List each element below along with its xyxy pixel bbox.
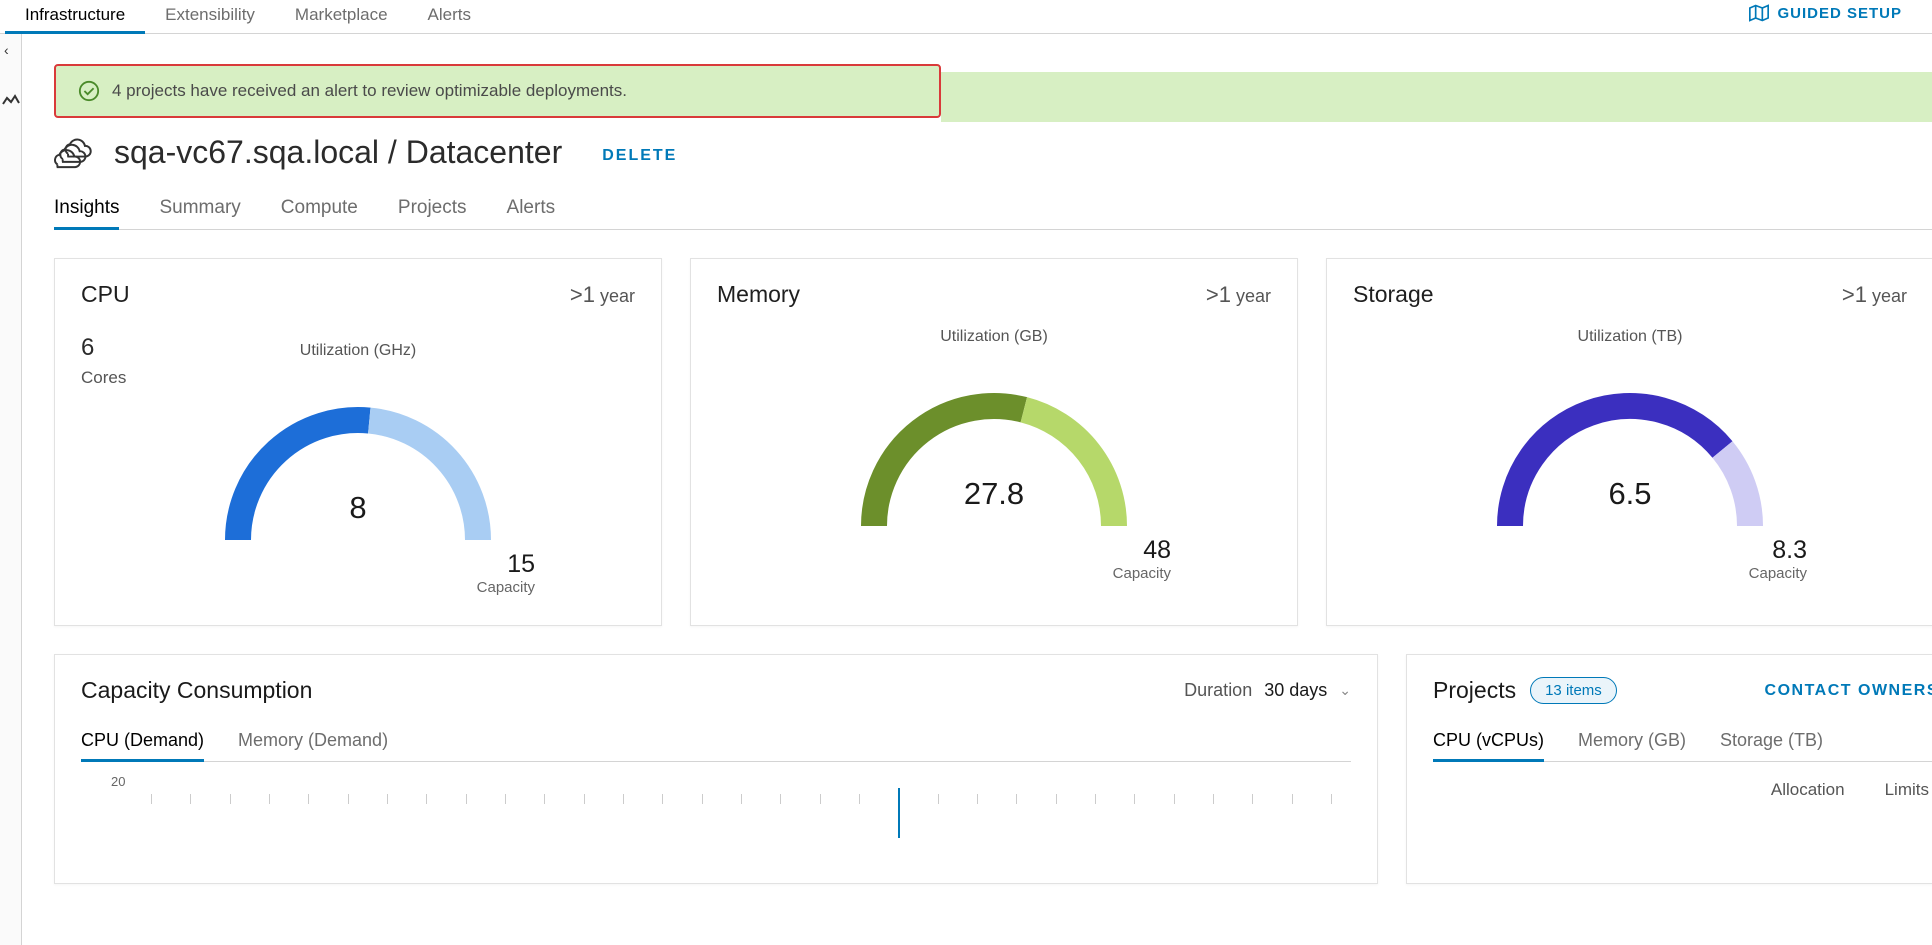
sparkline-icon[interactable] (2, 94, 20, 108)
tab-storage-tb[interactable]: Storage (TB) (1720, 730, 1823, 761)
memory-value: 27.8 (717, 476, 1271, 512)
storage-value: 6.5 (1353, 476, 1907, 512)
page-title-text: sqa-vc67.sqa.local / Datacenter (114, 134, 562, 171)
cpu-value: 8 (81, 490, 635, 526)
chevron-down-icon: ⌄ (1339, 682, 1351, 699)
storage-capacity: 8.3 Capacity (1749, 536, 1807, 582)
topnav-extensibility[interactable]: Extensibility (145, 5, 275, 33)
subnav-projects[interactable]: Projects (398, 197, 467, 229)
storage-horizon: >1 year (1842, 282, 1907, 308)
storage-util-label: Utilization (TB) (1353, 328, 1907, 346)
cpu-util-label: Utilization (GHz) (81, 342, 635, 360)
memory-horizon: >1 year (1206, 282, 1271, 308)
sub-nav: Insights Summary Compute Projects Alerts (54, 197, 1932, 230)
memory-card: Memory >1 year Utilization (GB) 27.8 48 … (690, 258, 1298, 626)
guided-setup-button[interactable]: GUIDED SETUP (1749, 4, 1902, 22)
duration-selector[interactable]: Duration 30 days ⌄ (1184, 680, 1351, 701)
check-circle-icon (78, 80, 100, 102)
storage-card: Storage >1 year Utilization (TB) 6.5 8.3… (1326, 258, 1932, 626)
memory-title: Memory (717, 281, 800, 308)
topnav-alerts[interactable]: Alerts (408, 5, 491, 33)
projects-card: Projects 13 items CONTACT OWNERS CPU (vC… (1406, 654, 1932, 884)
contact-owners-button[interactable]: CONTACT OWNERS (1765, 682, 1932, 700)
tab-cpu-demand[interactable]: CPU (Demand) (81, 730, 204, 761)
topnav-infrastructure[interactable]: Infrastructure (5, 5, 145, 33)
map-icon (1749, 4, 1769, 22)
tab-memory-demand[interactable]: Memory (Demand) (238, 730, 388, 761)
alert-banner-continuation (941, 72, 1932, 122)
storage-gauge (1470, 366, 1790, 546)
cpu-title: CPU (81, 281, 130, 308)
page-title: sqa-vc67.sqa.local / Datacenter (54, 134, 562, 171)
consumption-tabs: CPU (Demand) Memory (Demand) (81, 730, 1351, 762)
consumption-title: Capacity Consumption (81, 677, 312, 704)
projects-count-badge: 13 items (1530, 677, 1617, 704)
memory-util-label: Utilization (GB) (717, 328, 1271, 346)
projects-tabs: CPU (vCPUs) Memory (GB) Storage (TB) (1433, 730, 1932, 762)
gauge-cards-row: CPU >1 year 6Cores Utilization (GHz) 8 1… (54, 258, 1932, 626)
page-body: 4 projects have received an alert to rev… (22, 34, 1932, 884)
cpu-gauge (198, 380, 518, 560)
consumption-card: Capacity Consumption Duration 30 days ⌄ … (54, 654, 1378, 884)
memory-gauge (834, 366, 1154, 546)
cpu-capacity: 15 Capacity (477, 550, 535, 596)
consumption-chart: 20 (81, 774, 1351, 844)
subnav-compute[interactable]: Compute (281, 197, 358, 229)
guided-setup-label: GUIDED SETUP (1777, 5, 1902, 22)
tab-memory-gb[interactable]: Memory (GB) (1578, 730, 1686, 761)
bottom-row: Capacity Consumption Duration 30 days ⌄ … (54, 654, 1932, 884)
cpu-horizon: >1 year (570, 282, 635, 308)
page-title-row: sqa-vc67.sqa.local / Datacenter DELETE (54, 134, 1932, 171)
col-limits: Limits (1885, 780, 1929, 800)
delete-button[interactable]: DELETE (602, 147, 677, 165)
alert-banner[interactable]: 4 projects have received an alert to rev… (54, 64, 941, 118)
y-tick-label: 20 (111, 774, 125, 789)
subnav-insights[interactable]: Insights (54, 197, 119, 229)
duration-value: 30 days (1264, 680, 1327, 701)
topnav-marketplace[interactable]: Marketplace (275, 5, 408, 33)
memory-capacity: 48 Capacity (1113, 536, 1171, 582)
cpu-card: CPU >1 year 6Cores Utilization (GHz) 8 1… (54, 258, 662, 626)
col-allocation: Allocation (1771, 780, 1845, 800)
collapse-icon[interactable]: ‹ (4, 42, 9, 58)
projects-title: Projects (1433, 677, 1516, 704)
top-nav: Infrastructure Extensibility Marketplace… (0, 0, 1932, 34)
storage-title: Storage (1353, 281, 1434, 308)
subnav-alerts[interactable]: Alerts (507, 197, 556, 229)
subnav-summary[interactable]: Summary (159, 197, 240, 229)
left-rail: ‹ (0, 34, 22, 945)
cloud-stack-icon (54, 135, 100, 171)
alert-text: 4 projects have received an alert to rev… (112, 81, 627, 101)
duration-label: Duration (1184, 680, 1252, 701)
tab-cpu-vcpus[interactable]: CPU (vCPUs) (1433, 730, 1544, 761)
